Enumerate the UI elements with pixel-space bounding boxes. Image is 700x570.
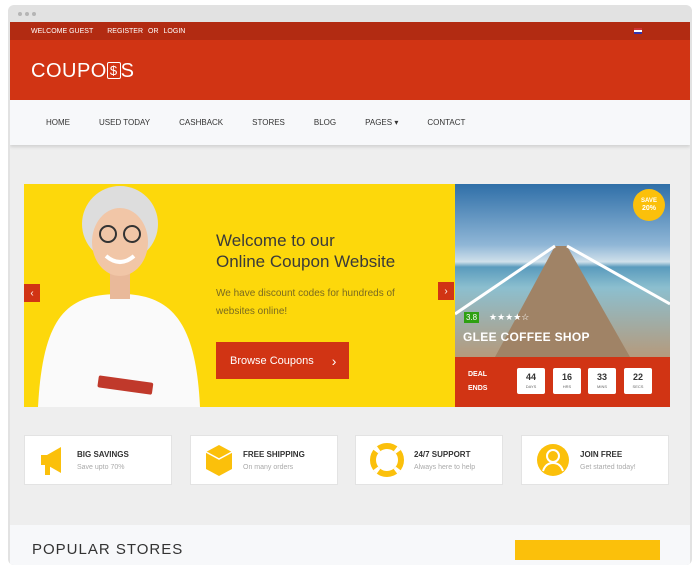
- deal-label: DEAL: [468, 371, 488, 378]
- woman-image: [38, 186, 200, 407]
- mins-value: 33: [596, 372, 607, 382]
- countdown-hours: 16 HRS: [553, 368, 581, 394]
- box-icon: [205, 445, 233, 476]
- mins-unit: MINS: [597, 384, 607, 389]
- section-title: POPULAR STORES: [32, 541, 184, 558]
- uk-flag-icon[interactable]: [634, 28, 642, 34]
- shop-name[interactable]: GLEE COFFEE SHOP: [463, 330, 590, 344]
- welcome-text: WELCOME GUEST: [31, 27, 94, 35]
- logo[interactable]: COUPO $ S: [31, 60, 134, 83]
- chevron-right-icon: ›: [331, 352, 337, 369]
- feature-join-free: JOIN FREE Get started today!: [521, 435, 669, 485]
- days-unit: DAYS: [525, 384, 537, 389]
- nav-blog[interactable]: BLOG: [314, 118, 336, 127]
- hero-title-line2: Online Coupon Website: [216, 252, 396, 271]
- countdown-mins: 33 MINS: [588, 368, 616, 394]
- hero-title-line1: Welcome to our: [216, 231, 335, 250]
- feature-free-shipping: FREE SHIPPING On many orders: [190, 435, 338, 485]
- login-link[interactable]: LOGIN: [164, 28, 186, 35]
- feature-title: 24/7 SUPPORT: [414, 449, 471, 459]
- feature-subtitle: Save upto 70%: [77, 463, 125, 471]
- hours-unit: HRS: [562, 384, 572, 389]
- countdown-secs: 22 SECS: [624, 368, 652, 394]
- nav-home[interactable]: HOME: [46, 118, 70, 127]
- browse-coupons-button[interactable]: Browse Coupons ›: [216, 342, 349, 379]
- window-controls: [18, 12, 36, 16]
- hero-slide: ‹ Welcome to our Online Coupon Website We…: [24, 184, 455, 407]
- user-icon: [537, 444, 569, 476]
- nav-stores[interactable]: STORES: [252, 118, 285, 127]
- deal-countdown: DEAL ENDS 44 DAYS 16 HRS 33 MINS 22 SECS: [455, 357, 670, 407]
- header: COUPO $ S: [10, 40, 690, 100]
- feature-title: JOIN FREE: [580, 449, 623, 459]
- lifebuoy-icon: [370, 443, 404, 477]
- feature-support: 24/7 SUPPORT Always here to help: [355, 435, 503, 485]
- countdown-days: 44 DAYS: [517, 368, 545, 394]
- nav-pages[interactable]: PAGES ▾: [365, 118, 398, 127]
- popular-stores-section: POPULAR STORES: [10, 525, 690, 565]
- view-all-button[interactable]: [515, 540, 660, 560]
- top-bar: WELCOME GUEST REGISTER OR LOGIN: [10, 22, 690, 40]
- secs-value: 22: [632, 372, 643, 382]
- save-label: SAVE: [641, 198, 657, 204]
- save-badge: SAVE 20%: [633, 189, 665, 221]
- page: WELCOME GUEST REGISTER OR LOGIN COUPO $ S …: [10, 22, 690, 565]
- secs-unit: SECS: [632, 384, 644, 389]
- star-rating: ★★★★☆: [489, 312, 530, 322]
- hero-subtitle: We have discount codes for hundreds of w…: [216, 288, 395, 317]
- rating-badge: 3.8: [464, 312, 480, 323]
- deal-ends-label: DEAL ENDS: [468, 368, 487, 396]
- days-value: 44: [525, 372, 536, 382]
- feature-big-savings: BIG SAVINGS Save upto 70%: [24, 435, 172, 485]
- hours-value: 16: [561, 372, 572, 382]
- feature-subtitle: On many orders: [243, 463, 294, 471]
- deal-image[interactable]: SAVE 20% 3.8 ★★★★☆ GLEE COFFEE SHOP: [455, 184, 670, 357]
- nav-contact[interactable]: CONTACT: [427, 118, 465, 127]
- browse-coupons-label: Browse Coupons: [230, 354, 314, 367]
- next-slide-button[interactable]: ›: [438, 282, 454, 300]
- feature-subtitle: Get started today!: [580, 463, 636, 471]
- ends-label: ENDS: [468, 385, 488, 392]
- register-link[interactable]: REGISTER: [107, 28, 143, 35]
- prev-slide-button[interactable]: ‹: [24, 284, 40, 302]
- browser-window: WELCOME GUEST REGISTER OR LOGIN COUPO $ S …: [8, 5, 692, 565]
- nav-cashback[interactable]: CASHBACK: [179, 118, 223, 127]
- feature-title: BIG SAVINGS: [77, 449, 129, 459]
- or-text: OR: [148, 27, 159, 35]
- feature-subtitle: Always here to help: [414, 463, 476, 471]
- save-percent: 20%: [641, 205, 656, 212]
- nav-used-today[interactable]: USED TODAY: [99, 118, 150, 127]
- megaphone-icon: [41, 447, 61, 475]
- feature-title: FREE SHIPPING: [243, 449, 305, 459]
- main-nav: HOME USED TODAY CASHBACK STORES BLOG PAG…: [10, 100, 690, 145]
- hero-slider: ‹ Welcome to our Online Coupon Website We…: [24, 184, 670, 407]
- hero-title: Welcome to our Online Coupon Website: [216, 230, 395, 272]
